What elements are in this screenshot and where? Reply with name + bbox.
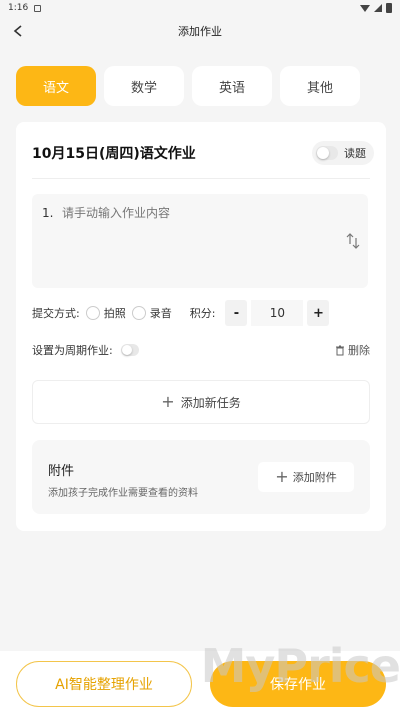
- delete-label: 删除: [348, 344, 370, 357]
- periodic-row: 设置为周期作业: 删除: [32, 338, 370, 362]
- status-bar: 1:16: [0, 0, 400, 16]
- score-label: 积分:: [189, 307, 216, 320]
- score-value[interactable]: 10: [251, 300, 304, 326]
- ai-organize-button[interactable]: AI智能整理作业: [16, 661, 192, 707]
- attachment-title: 附件: [48, 464, 75, 479]
- periodic-group: 设置为周期作业:: [32, 342, 139, 358]
- content-index: 1.: [42, 206, 54, 220]
- read-label: 读题: [344, 147, 366, 160]
- signal-icon: [374, 4, 382, 12]
- status-time: 1:16: [8, 3, 29, 13]
- tab-other[interactable]: 其他: [280, 66, 360, 106]
- score-plus-button[interactable]: +: [307, 300, 330, 326]
- option-audio-label: 录音: [149, 307, 172, 320]
- save-homework-button[interactable]: 保存作业: [210, 661, 386, 707]
- submit-method-row: 提交方式: 拍照 录音 积分: - 10 +: [32, 300, 370, 326]
- homework-card: 10月15日(周四)语文作业 读题 1. 提交方式: 拍照 录音 积分: - 1…: [16, 122, 386, 531]
- content-box: 1.: [32, 194, 368, 288]
- homework-content-input[interactable]: [62, 202, 342, 224]
- score-minus-button[interactable]: -: [225, 300, 248, 326]
- add-task-label: 添加新任务: [180, 395, 241, 410]
- wifi-icon: [360, 4, 370, 12]
- card-header: 10月15日(周四)语文作业 读题: [32, 140, 374, 166]
- periodic-toggle[interactable]: [120, 344, 139, 356]
- status-right: [360, 3, 392, 13]
- option-photo-label: 拍照: [103, 307, 126, 320]
- sort-icon[interactable]: [346, 232, 360, 250]
- bottom-bar: AI智能整理作业 保存作业 MyPrice: [0, 639, 400, 711]
- radio-photo[interactable]: [85, 306, 100, 320]
- subject-tabs: 语文 数学 英语 其他: [16, 66, 384, 106]
- periodic-label: 设置为周期作业:: [32, 344, 113, 357]
- attachment-section: 附件 添加孩子完成作业需要查看的资料 + 添加附件: [32, 440, 370, 514]
- back-arrow-icon: [13, 25, 22, 37]
- notification-icon: [34, 4, 42, 12]
- read-toggle-group: 读题: [312, 141, 374, 165]
- read-toggle[interactable]: [316, 146, 338, 160]
- homework-title: 10月15日(周四)语文作业: [32, 146, 196, 162]
- radio-audio[interactable]: [131, 306, 146, 320]
- nav-bar: 添加作业: [0, 16, 400, 46]
- status-left: 1:16: [8, 3, 42, 13]
- battery-icon: [386, 3, 392, 13]
- add-attachment-label: 添加附件: [292, 471, 337, 484]
- page-title: 添加作业: [178, 25, 222, 38]
- tab-chinese[interactable]: 语文: [16, 66, 96, 106]
- score-stepper: - 10 +: [225, 300, 330, 326]
- plus-icon: +: [161, 392, 175, 411]
- divider: [32, 178, 370, 179]
- back-button[interactable]: [8, 21, 28, 41]
- tab-english[interactable]: 英语: [192, 66, 272, 106]
- attachment-description: 添加孩子完成作业需要查看的资料: [48, 488, 198, 499]
- add-attachment-button[interactable]: + 添加附件: [258, 462, 354, 492]
- submit-label: 提交方式:: [32, 307, 80, 320]
- plus-icon: +: [275, 467, 289, 486]
- trash-icon: [336, 345, 344, 355]
- tab-math[interactable]: 数学: [104, 66, 184, 106]
- add-task-button[interactable]: + 添加新任务: [32, 380, 370, 424]
- delete-button[interactable]: 删除: [335, 342, 370, 358]
